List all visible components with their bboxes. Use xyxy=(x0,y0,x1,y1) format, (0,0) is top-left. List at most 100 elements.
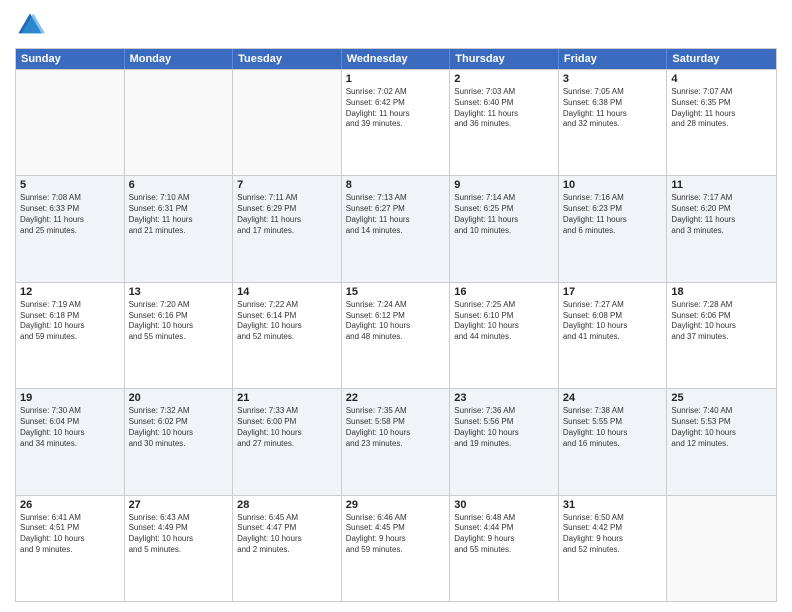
cell-info-text: Sunrise: 7:38 AM Sunset: 5:55 PM Dayligh… xyxy=(563,406,663,449)
calendar: SundayMondayTuesdayWednesdayThursdayFrid… xyxy=(15,48,777,602)
day-number: 21 xyxy=(237,392,337,404)
cell-info-text: Sunrise: 7:16 AM Sunset: 6:23 PM Dayligh… xyxy=(563,193,663,236)
cell-info-text: Sunrise: 6:41 AM Sunset: 4:51 PM Dayligh… xyxy=(20,513,120,556)
calendar-cell-day-3: 3 Sunrise: 7:05 AM Sunset: 6:38 PM Daylig… xyxy=(559,70,668,175)
day-number: 30 xyxy=(454,499,554,511)
calendar-cell-day-13: 13 Sunrise: 7:20 AM Sunset: 6:16 PM Dayli… xyxy=(125,283,234,388)
cell-info-text: Sunrise: 7:35 AM Sunset: 5:58 PM Dayligh… xyxy=(346,406,446,449)
cell-info-text: Sunrise: 7:30 AM Sunset: 6:04 PM Dayligh… xyxy=(20,406,120,449)
calendar-cell-day-9: 9 Sunrise: 7:14 AM Sunset: 6:25 PM Daylig… xyxy=(450,176,559,281)
cell-info-text: Sunrise: 7:08 AM Sunset: 6:33 PM Dayligh… xyxy=(20,193,120,236)
calendar-cell-day-16: 16Sunrise: 7:25 AM Sunset: 6:10 PM Dayli… xyxy=(450,283,559,388)
calendar-cell-day-24: 24 Sunrise: 7:38 AM Sunset: 5:55 PM Dayli… xyxy=(559,389,668,494)
cell-info-text: Sunrise: 7:22 AM Sunset: 6:14 PM Dayligh… xyxy=(237,300,337,343)
calendar-cell-day-19: 19 Sunrise: 7:30 AM Sunset: 6:04 PM Dayli… xyxy=(16,389,125,494)
calendar-cell-day-31: 31 Sunrise: 6:50 AM Sunset: 4:42 PM Dayli… xyxy=(559,496,668,601)
calendar-cell-empty xyxy=(16,70,125,175)
day-number: 28 xyxy=(237,499,337,511)
day-number: 12 xyxy=(20,286,120,298)
cell-info-text: Sunrise: 7:19 AM Sunset: 6:18 PM Dayligh… xyxy=(20,300,120,343)
cell-info-text: Sunrise: 7:02 AM Sunset: 6:42 PM Dayligh… xyxy=(346,87,446,130)
cell-info-text: Sunrise: 6:43 AM Sunset: 4:49 PM Dayligh… xyxy=(129,513,229,556)
cell-info-text: Sunrise: 7:03 AM Sunset: 6:40 PM Dayligh… xyxy=(454,87,554,130)
cell-info-text: Sunrise: 6:50 AM Sunset: 4:42 PM Dayligh… xyxy=(563,513,663,556)
day-number: 14 xyxy=(237,286,337,298)
weekday-header-sunday: Sunday xyxy=(16,49,125,69)
calendar-cell-day-14: 14 Sunrise: 7:22 AM Sunset: 6:14 PM Dayli… xyxy=(233,283,342,388)
calendar-row-0: 1 Sunrise: 7:02 AM Sunset: 6:42 PM Daylig… xyxy=(16,69,776,175)
day-number: 1 xyxy=(346,73,446,85)
calendar-header: SundayMondayTuesdayWednesdayThursdayFrid… xyxy=(16,49,776,69)
cell-info-text: Sunrise: 6:48 AM Sunset: 4:44 PM Dayligh… xyxy=(454,513,554,556)
calendar-cell-day-30: 30 Sunrise: 6:48 AM Sunset: 4:44 PM Dayli… xyxy=(450,496,559,601)
day-number: 3 xyxy=(563,73,663,85)
cell-info-text: Sunrise: 7:17 AM Sunset: 6:20 PM Dayligh… xyxy=(671,193,772,236)
calendar-row-3: 19 Sunrise: 7:30 AM Sunset: 6:04 PM Dayli… xyxy=(16,388,776,494)
cell-info-text: Sunrise: 7:28 AM Sunset: 6:06 PM Dayligh… xyxy=(671,300,772,343)
calendar-cell-day-5: 5 Sunrise: 7:08 AM Sunset: 6:33 PM Daylig… xyxy=(16,176,125,281)
day-number: 6 xyxy=(129,179,229,191)
calendar-cell-day-27: 27Sunrise: 6:43 AM Sunset: 4:49 PM Dayli… xyxy=(125,496,234,601)
cell-info-text: Sunrise: 6:45 AM Sunset: 4:47 PM Dayligh… xyxy=(237,513,337,556)
day-number: 9 xyxy=(454,179,554,191)
cell-info-text: Sunrise: 7:05 AM Sunset: 6:38 PM Dayligh… xyxy=(563,87,663,130)
calendar-body: 1 Sunrise: 7:02 AM Sunset: 6:42 PM Daylig… xyxy=(16,69,776,601)
header xyxy=(15,10,777,40)
day-number: 26 xyxy=(20,499,120,511)
day-number: 5 xyxy=(20,179,120,191)
day-number: 23 xyxy=(454,392,554,404)
logo xyxy=(15,10,49,40)
day-number: 24 xyxy=(563,392,663,404)
cell-info-text: Sunrise: 7:11 AM Sunset: 6:29 PM Dayligh… xyxy=(237,193,337,236)
day-number: 31 xyxy=(563,499,663,511)
calendar-row-2: 12 Sunrise: 7:19 AM Sunset: 6:18 PM Dayli… xyxy=(16,282,776,388)
weekday-header-thursday: Thursday xyxy=(450,49,559,69)
day-number: 18 xyxy=(671,286,772,298)
cell-info-text: Sunrise: 7:14 AM Sunset: 6:25 PM Dayligh… xyxy=(454,193,554,236)
day-number: 2 xyxy=(454,73,554,85)
cell-info-text: Sunrise: 7:10 AM Sunset: 6:31 PM Dayligh… xyxy=(129,193,229,236)
day-number: 4 xyxy=(671,73,772,85)
calendar-cell-day-6: 6 Sunrise: 7:10 AM Sunset: 6:31 PM Daylig… xyxy=(125,176,234,281)
calendar-cell-day-29: 29Sunrise: 6:46 AM Sunset: 4:45 PM Dayli… xyxy=(342,496,451,601)
weekday-header-tuesday: Tuesday xyxy=(233,49,342,69)
day-number: 25 xyxy=(671,392,772,404)
day-number: 8 xyxy=(346,179,446,191)
calendar-cell-day-22: 22 Sunrise: 7:35 AM Sunset: 5:58 PM Dayli… xyxy=(342,389,451,494)
calendar-cell-empty xyxy=(233,70,342,175)
calendar-cell-day-28: 28 Sunrise: 6:45 AM Sunset: 4:47 PM Dayli… xyxy=(233,496,342,601)
calendar-cell-empty xyxy=(667,496,776,601)
weekday-header-wednesday: Wednesday xyxy=(342,49,451,69)
calendar-cell-day-12: 12 Sunrise: 7:19 AM Sunset: 6:18 PM Dayli… xyxy=(16,283,125,388)
day-number: 16 xyxy=(454,286,554,298)
cell-info-text: Sunrise: 7:40 AM Sunset: 5:53 PM Dayligh… xyxy=(671,406,772,449)
calendar-cell-day-11: 11 Sunrise: 7:17 AM Sunset: 6:20 PM Dayli… xyxy=(667,176,776,281)
day-number: 11 xyxy=(671,179,772,191)
calendar-cell-day-20: 20 Sunrise: 7:32 AM Sunset: 6:02 PM Dayli… xyxy=(125,389,234,494)
day-number: 10 xyxy=(563,179,663,191)
cell-info-text: Sunrise: 6:46 AM Sunset: 4:45 PM Dayligh… xyxy=(346,513,446,556)
calendar-row-1: 5 Sunrise: 7:08 AM Sunset: 6:33 PM Daylig… xyxy=(16,175,776,281)
day-number: 17 xyxy=(563,286,663,298)
calendar-cell-day-4: 4 Sunrise: 7:07 AM Sunset: 6:35 PM Daylig… xyxy=(667,70,776,175)
calendar-cell-day-2: 2 Sunrise: 7:03 AM Sunset: 6:40 PM Daylig… xyxy=(450,70,559,175)
weekday-header-saturday: Saturday xyxy=(667,49,776,69)
cell-info-text: Sunrise: 7:20 AM Sunset: 6:16 PM Dayligh… xyxy=(129,300,229,343)
cell-info-text: Sunrise: 7:24 AM Sunset: 6:12 PM Dayligh… xyxy=(346,300,446,343)
day-number: 22 xyxy=(346,392,446,404)
calendar-cell-day-21: 21Sunrise: 7:33 AM Sunset: 6:00 PM Dayli… xyxy=(233,389,342,494)
day-number: 20 xyxy=(129,392,229,404)
day-number: 7 xyxy=(237,179,337,191)
calendar-cell-day-18: 18 Sunrise: 7:28 AM Sunset: 6:06 PM Dayli… xyxy=(667,283,776,388)
calendar-cell-day-1: 1 Sunrise: 7:02 AM Sunset: 6:42 PM Daylig… xyxy=(342,70,451,175)
logo-icon xyxy=(15,10,45,40)
weekday-header-friday: Friday xyxy=(559,49,668,69)
day-number: 13 xyxy=(129,286,229,298)
day-number: 19 xyxy=(20,392,120,404)
weekday-header-monday: Monday xyxy=(125,49,234,69)
page: SundayMondayTuesdayWednesdayThursdayFrid… xyxy=(0,0,792,612)
cell-info-text: Sunrise: 7:32 AM Sunset: 6:02 PM Dayligh… xyxy=(129,406,229,449)
cell-info-text: Sunrise: 7:07 AM Sunset: 6:35 PM Dayligh… xyxy=(671,87,772,130)
calendar-cell-day-23: 23 Sunrise: 7:36 AM Sunset: 5:56 PM Dayli… xyxy=(450,389,559,494)
cell-info-text: Sunrise: 7:36 AM Sunset: 5:56 PM Dayligh… xyxy=(454,406,554,449)
